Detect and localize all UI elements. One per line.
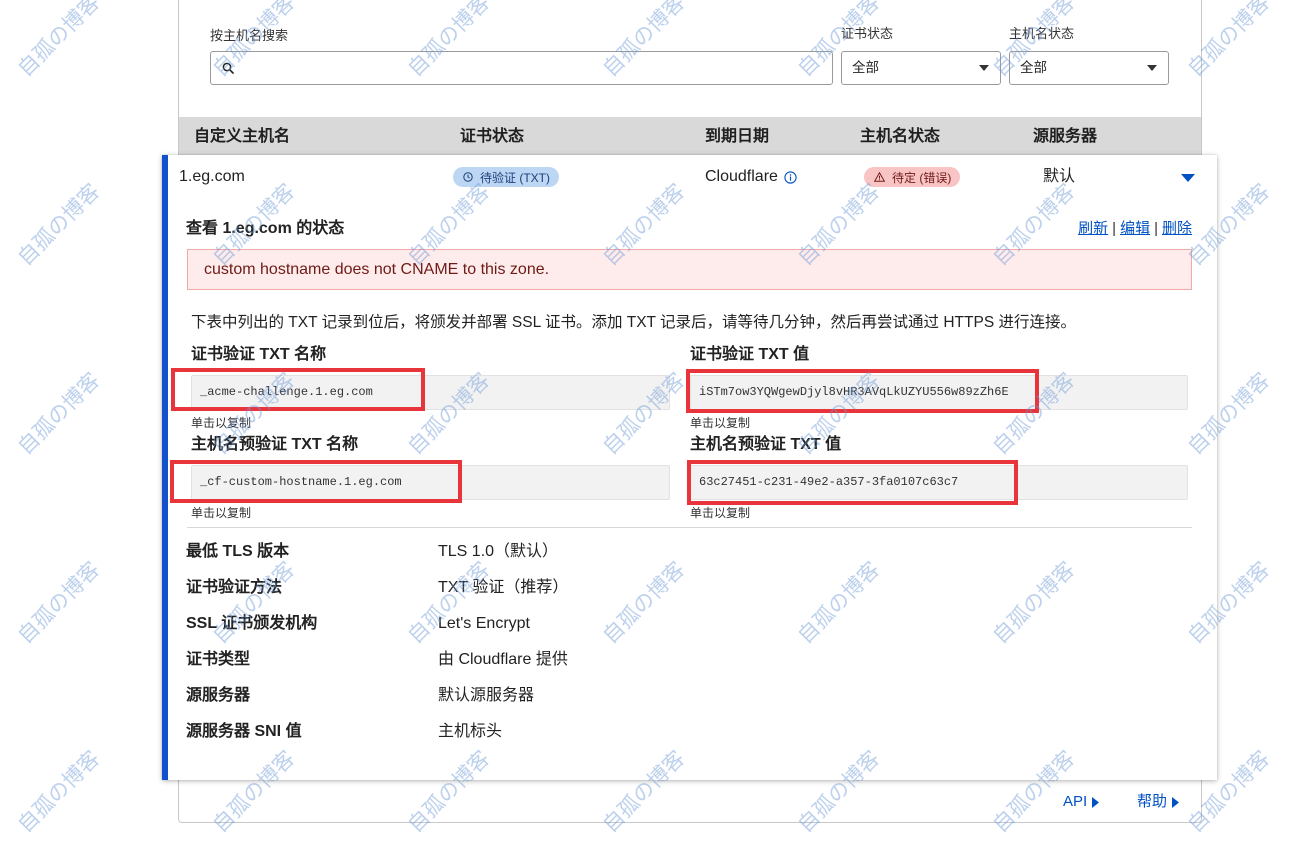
- expiry-text: Cloudflare: [705, 168, 778, 185]
- hostname-cell: 1.eg.com: [179, 168, 245, 185]
- watermark: 自孤の博客: [13, 746, 105, 838]
- property-value: TXT 验证（推荐）: [438, 579, 569, 596]
- caret-down-icon: [979, 65, 989, 71]
- action-separator: |: [1154, 220, 1158, 237]
- column-header-cert-status: 证书状态: [460, 128, 525, 145]
- copy-field-hostname-txt-name[interactable]: _cf-custom-hostname.1.eg.com: [191, 465, 670, 500]
- error-message: custom hostname does not CNAME to this z…: [204, 261, 550, 278]
- hostname-status-select[interactable]: 全部: [1009, 51, 1169, 85]
- hostname-status-badge: 待定 (错误): [864, 167, 961, 187]
- record-label: 主机名预验证 TXT 名称: [191, 436, 359, 453]
- property-label: 证书验证方法: [186, 579, 283, 596]
- property-row: 源服务器 默认源服务器: [186, 686, 1186, 722]
- clock-icon: [463, 172, 473, 182]
- details-title: 查看 1.eg.com 的状态: [186, 220, 345, 237]
- property-label: 源服务器: [186, 687, 251, 704]
- info-icon[interactable]: [784, 170, 797, 184]
- record-label: 主机名预验证 TXT 值: [690, 436, 842, 453]
- column-header-expiry: 到期日期: [705, 128, 770, 145]
- record-hostname-txt-value: 主机名预验证 TXT 值 63c27451-c231-49e2-a357-3fa…: [690, 435, 1188, 525]
- table-header: 自定义主机名 证书状态 到期日期 主机名状态 源服务器: [179, 117, 1201, 157]
- cert-status-select[interactable]: 全部: [841, 51, 1001, 85]
- column-header-hostname: 自定义主机名: [194, 128, 291, 145]
- record-label: 证书验证 TXT 值: [690, 346, 810, 363]
- api-link[interactable]: API: [1063, 792, 1100, 812]
- caret-down-icon[interactable]: [1181, 174, 1195, 182]
- copy-field-cert-txt-value[interactable]: iSTm7ow3YQWgewDjyl8vHR3AVqLkUZYU556w89zZ…: [690, 375, 1188, 410]
- record-label: 证书验证 TXT 名称: [191, 346, 327, 363]
- copy-hint: 单击以复制: [191, 416, 252, 430]
- property-row: 证书类型 由 Cloudflare 提供: [186, 650, 1186, 686]
- watermark: 自孤の博客: [13, 368, 105, 460]
- caret-down-icon: [1147, 65, 1157, 71]
- properties-list: 最低 TLS 版本 TLS 1.0（默认） 证书验证方法 TXT 验证（推荐） …: [186, 542, 1186, 758]
- cert-status-text: 待验证 (TXT): [480, 170, 550, 185]
- property-value: TLS 1.0（默认）: [438, 543, 559, 560]
- record-hostname-txt-name: 主机名预验证 TXT 名称 _cf-custom-hostname.1.eg.c…: [191, 435, 670, 525]
- property-label: 证书类型: [186, 651, 251, 668]
- watermark: 自孤の博客: [13, 557, 105, 649]
- warning-icon: [874, 172, 885, 182]
- property-value: Let's Encrypt: [438, 615, 530, 632]
- property-value: 由 Cloudflare 提供: [438, 651, 568, 668]
- details-actions: 刷新 | 编辑 | 删除: [1078, 219, 1192, 239]
- property-row: SSL 证书颁发机构 Let's Encrypt: [186, 614, 1186, 650]
- hostname-status-filter-label: 主机名状态: [1009, 26, 1075, 41]
- record-cert-txt-value: 证书验证 TXT 值 iSTm7ow3YQWgewDjyl8vHR3AVqLkU…: [690, 345, 1188, 435]
- caret-right-icon: [1092, 796, 1100, 808]
- cert-status-badge: 待验证 (TXT): [453, 167, 559, 187]
- record-cert-txt-name: 证书验证 TXT 名称 _acme-challenge.1.eg.com 单击以…: [191, 345, 670, 435]
- cert-status-select-value: 全部: [852, 60, 879, 75]
- error-alert: custom hostname does not CNAME to this z…: [187, 249, 1192, 290]
- property-row: 最低 TLS 版本 TLS 1.0（默认）: [186, 542, 1186, 578]
- property-label: 源服务器 SNI 值: [186, 723, 302, 740]
- property-row: 证书验证方法 TXT 验证（推荐）: [186, 578, 1186, 614]
- hostname-status-select-value: 全部: [1020, 60, 1047, 75]
- hostname-details-card: 1.eg.com 待验证 (TXT) Cloudflare 待定 (错误) 默认…: [162, 155, 1217, 780]
- property-label: 最低 TLS 版本: [186, 543, 290, 560]
- copy-field-cert-txt-name[interactable]: _acme-challenge.1.eg.com: [191, 375, 670, 410]
- watermark: 自孤の博客: [13, 179, 105, 271]
- property-value: 默认源服务器: [438, 687, 535, 704]
- search-box[interactable]: [210, 51, 833, 85]
- copy-field-hostname-txt-value[interactable]: 63c27451-c231-49e2-a357-3fa0107c63c7: [690, 465, 1188, 500]
- divider: [187, 527, 1192, 528]
- hostname-status-text: 待定 (错误): [892, 170, 952, 185]
- origin-cell: 默认: [1043, 168, 1076, 185]
- property-label: SSL 证书颁发机构: [186, 615, 318, 632]
- search-input[interactable]: [241, 53, 826, 83]
- cert-status-filter-label: 证书状态: [841, 26, 894, 41]
- copy-hint: 单击以复制: [191, 506, 252, 520]
- caret-right-icon: [1172, 796, 1180, 808]
- search-label: 按主机名搜索: [210, 28, 289, 43]
- search-icon: [222, 62, 234, 74]
- column-header-origin: 源服务器: [1033, 128, 1098, 145]
- edit-link[interactable]: 编辑: [1120, 219, 1150, 239]
- api-link-label: API: [1063, 793, 1088, 810]
- delete-link[interactable]: 删除: [1162, 219, 1192, 239]
- copy-hint: 单击以复制: [690, 506, 751, 520]
- expiry-cell: Cloudflare: [705, 167, 797, 187]
- instructions-text: 下表中列出的 TXT 记录到位后，将颁发并部署 SSL 证书。添加 TXT 记录…: [191, 314, 1076, 331]
- help-link-label: 帮助: [1137, 793, 1168, 810]
- action-separator: |: [1112, 220, 1117, 237]
- table-row[interactable]: 1.eg.com 待验证 (TXT) Cloudflare 待定 (错误) 默认: [168, 155, 1217, 199]
- property-value: 主机标头: [438, 723, 503, 740]
- refresh-link[interactable]: 刷新: [1078, 219, 1108, 239]
- column-header-hostname-status: 主机名状态: [860, 128, 941, 145]
- help-link[interactable]: 帮助: [1137, 792, 1180, 812]
- watermark: 自孤の博客: [13, 0, 105, 82]
- property-row: 源服务器 SNI 值 主机标头: [186, 722, 1186, 758]
- copy-hint: 单击以复制: [690, 416, 751, 430]
